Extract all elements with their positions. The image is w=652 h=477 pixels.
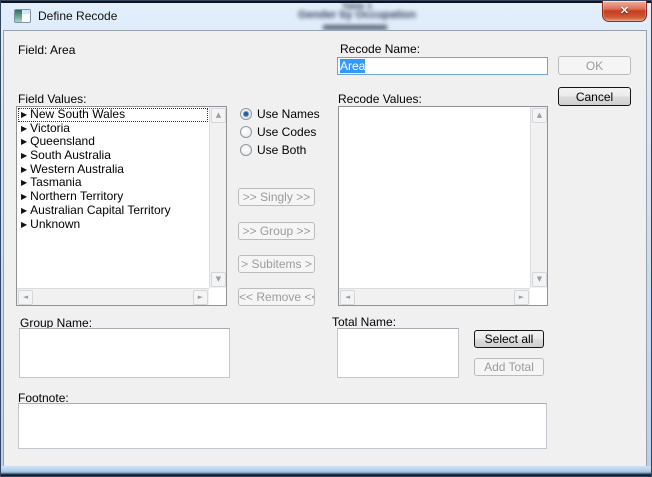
up-arrow-icon: ▲ [537, 111, 542, 119]
singly-button: >> Singly >> [238, 188, 315, 206]
up-arrow-icon: ▲ [216, 111, 221, 119]
group-name-input[interactable] [19, 328, 230, 378]
close-icon: ✕ [620, 5, 629, 17]
recode-values-label: Recode Values: [338, 92, 422, 106]
field-value-label: New South Wales [30, 108, 125, 121]
scroll-left-button[interactable]: ◄ [18, 290, 33, 305]
field-value-item[interactable]: ▶Northern Territory [18, 190, 208, 204]
field-values-listbox[interactable]: ▶New South Wales▶Victoria▶Queensland▶Sou… [16, 106, 227, 306]
item-marker-icon: ▶ [21, 108, 27, 122]
scroll-up-button[interactable]: ▲ [211, 108, 226, 123]
recode-values-vertical-scrollbar[interactable]: ▲ ▼ [530, 107, 547, 288]
titlebar[interactable]: Table 1 Gender by Occupation Define Reco… [1, 1, 651, 30]
field-values-label: Field Values: [18, 92, 86, 106]
field-value-item[interactable]: ▶Victoria [18, 122, 208, 136]
define-recode-dialog: Table 1 Gender by Occupation Define Reco… [0, 0, 652, 477]
right-arrow-icon: ► [519, 293, 524, 301]
radio-option-label: Use Both [257, 143, 306, 157]
field-value-label: Victoria [30, 121, 70, 135]
radio-option[interactable]: Use Both [240, 143, 306, 157]
item-marker-icon: ▶ [21, 149, 27, 163]
scroll-right-button[interactable]: ► [193, 290, 208, 305]
recode-name-label: Recode Name: [340, 42, 420, 56]
field-value-item[interactable]: ▶Unknown [18, 218, 208, 232]
radio-option[interactable]: Use Names [240, 107, 320, 121]
field-value-item[interactable]: ▶South Australia [18, 149, 208, 163]
radio-option[interactable]: Use Codes [240, 125, 316, 139]
field-value-item[interactable]: ▶Western Australia [18, 163, 208, 177]
item-marker-icon: ▶ [21, 135, 27, 149]
recode-name-value: Area [340, 59, 365, 73]
radio-icon [240, 144, 252, 156]
scroll-left-button[interactable]: ◄ [340, 290, 355, 305]
field-value-item[interactable]: ▶Australian Capital Territory [18, 204, 208, 218]
field-value-label: Australian Capital Territory [30, 203, 171, 217]
add-total-button: Add Total [474, 358, 544, 376]
radio-option-label: Use Names [257, 107, 320, 121]
subitems-button: > Subitems > [238, 255, 315, 273]
background-window-title-line2: Gender by Occupation [31, 9, 652, 21]
cancel-button[interactable]: Cancel [558, 87, 631, 106]
scroll-down-button[interactable]: ▼ [211, 272, 226, 287]
footnote-input[interactable] [18, 403, 547, 449]
field-value-label: South Australia [30, 148, 111, 162]
field-value-item[interactable]: ▶New South Wales [18, 108, 208, 122]
dialog-client-area: Field: Area Recode Name: Area OK Cancel … [3, 30, 647, 468]
ok-button: OK [558, 56, 631, 75]
app-icon [14, 9, 31, 23]
item-marker-icon: ▶ [21, 122, 27, 136]
scroll-right-button[interactable]: ► [514, 290, 529, 305]
left-arrow-icon: ◄ [345, 293, 350, 301]
window-bottom-frame [1, 466, 651, 476]
field-value-label: Queensland [30, 134, 95, 148]
recode-name-input[interactable]: Area [337, 57, 548, 75]
radio-icon [240, 108, 252, 120]
left-arrow-icon: ◄ [23, 293, 28, 301]
field-value-label: Tasmania [30, 175, 81, 189]
item-marker-icon: ▶ [21, 163, 27, 177]
group-button: >> Group >> [238, 222, 315, 240]
item-marker-icon: ▶ [21, 218, 27, 232]
recode-values-list [340, 108, 529, 287]
down-arrow-icon: ▼ [216, 275, 221, 283]
window-title: Define Recode [38, 9, 117, 23]
item-marker-icon: ▶ [21, 204, 27, 218]
scroll-up-button[interactable]: ▲ [532, 108, 547, 123]
total-name-label: Total Name: [332, 315, 396, 329]
field-value-label: Unknown [30, 217, 80, 231]
recode-values-listbox[interactable]: ▲ ▼ ◄ ► [338, 106, 548, 306]
recode-values-horizontal-scrollbar[interactable]: ◄ ► [339, 288, 530, 305]
scroll-down-button[interactable]: ▼ [532, 272, 547, 287]
radio-option-label: Use Codes [257, 125, 316, 139]
close-button[interactable]: ✕ [602, 1, 647, 22]
total-name-input[interactable] [337, 328, 459, 378]
right-arrow-icon: ► [198, 293, 203, 301]
select-all-button[interactable]: Select all [474, 330, 544, 348]
field-value-item[interactable]: ▶Tasmania [18, 176, 208, 190]
field-values-vertical-scrollbar[interactable]: ▲ ▼ [209, 107, 226, 288]
remove-button: << Remove << [238, 288, 315, 306]
field-value-label: Northern Territory [30, 189, 123, 203]
item-marker-icon: ▶ [21, 176, 27, 190]
down-arrow-icon: ▼ [537, 275, 542, 283]
field-label: Field: Area [18, 43, 75, 57]
field-value-label: Western Australia [30, 162, 124, 176]
item-marker-icon: ▶ [21, 190, 27, 204]
field-value-item[interactable]: ▶Queensland [18, 135, 208, 149]
field-values-horizontal-scrollbar[interactable]: ◄ ► [17, 288, 209, 305]
radio-icon [240, 126, 252, 138]
field-values-list: ▶New South Wales▶Victoria▶Queensland▶Sou… [18, 108, 208, 287]
